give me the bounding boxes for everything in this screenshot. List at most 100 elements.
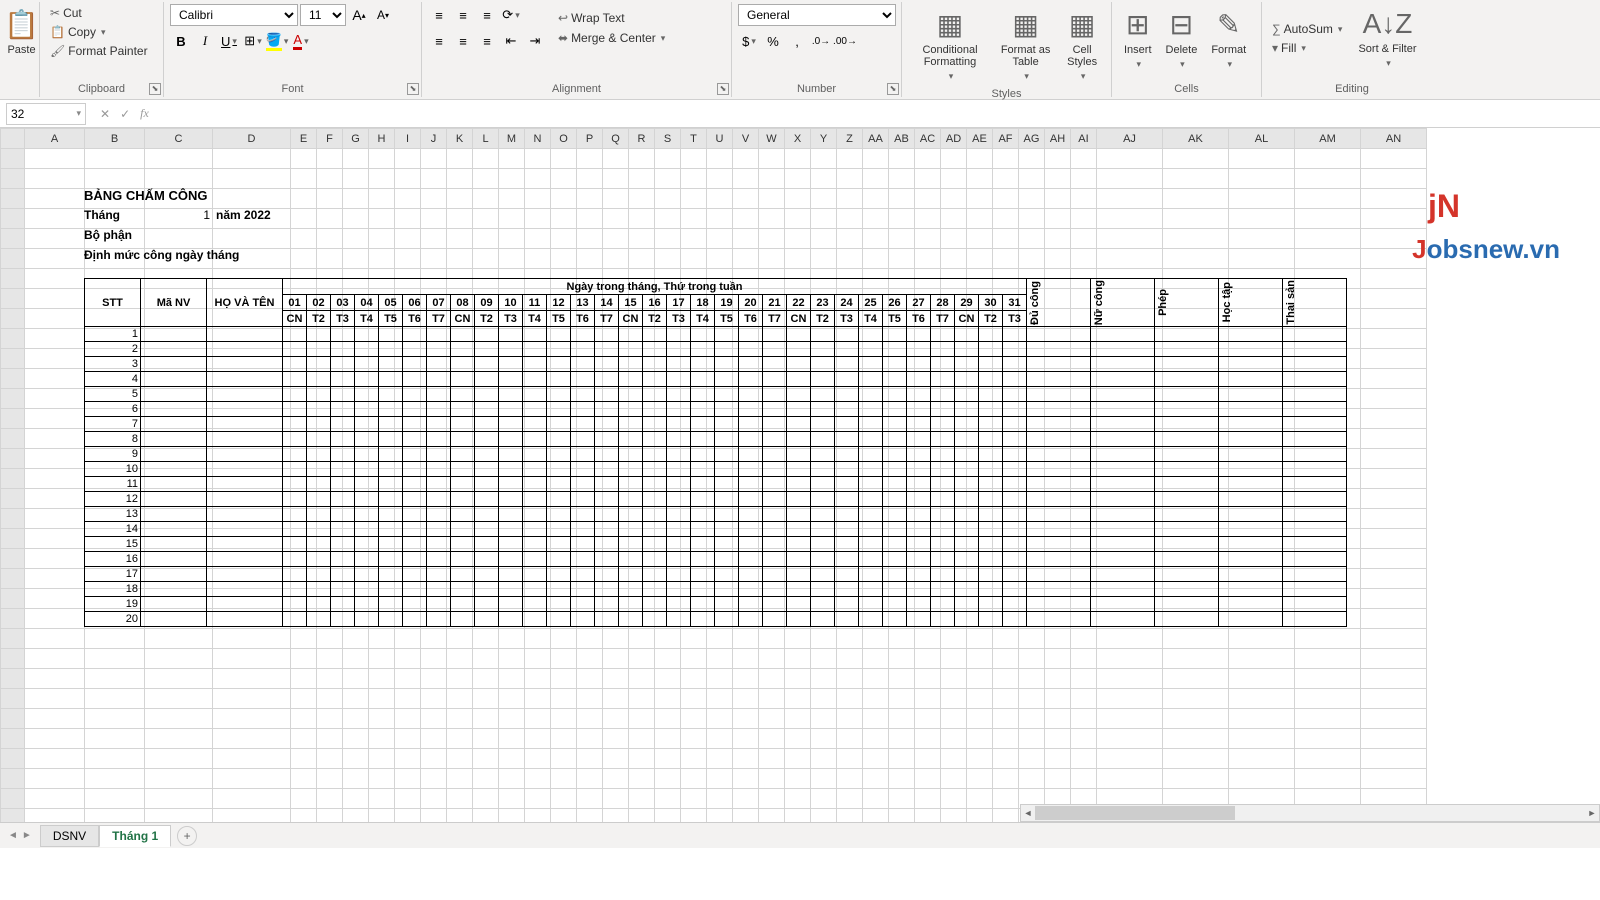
cell[interactable] bbox=[85, 669, 145, 689]
cell[interactable] bbox=[291, 709, 317, 729]
cell[interactable] bbox=[759, 789, 785, 809]
cell[interactable] bbox=[967, 769, 993, 789]
cell[interactable] bbox=[525, 229, 551, 249]
cell[interactable] bbox=[785, 649, 811, 669]
cell[interactable] bbox=[915, 789, 941, 809]
cell[interactable] bbox=[759, 189, 785, 209]
cell[interactable] bbox=[1361, 429, 1427, 449]
cell[interactable] bbox=[499, 649, 525, 669]
cell[interactable] bbox=[1071, 189, 1097, 209]
cell[interactable] bbox=[1361, 149, 1427, 169]
cell[interactable] bbox=[1361, 709, 1427, 729]
cell[interactable] bbox=[811, 649, 837, 669]
cell[interactable] bbox=[915, 629, 941, 649]
cell[interactable] bbox=[25, 509, 85, 529]
cell[interactable] bbox=[889, 689, 915, 709]
cell[interactable] bbox=[941, 769, 967, 789]
row-header[interactable] bbox=[1, 349, 25, 369]
cell[interactable] bbox=[1361, 489, 1427, 509]
cell[interactable] bbox=[525, 649, 551, 669]
col-header-AG[interactable]: AG bbox=[1019, 129, 1045, 149]
row-header[interactable] bbox=[1, 269, 25, 289]
cell[interactable] bbox=[499, 769, 525, 789]
cell[interactable] bbox=[447, 669, 473, 689]
col-header-AM[interactable]: AM bbox=[1295, 129, 1361, 149]
cell[interactable] bbox=[1163, 149, 1229, 169]
col-header-I[interactable]: I bbox=[395, 129, 421, 149]
cell[interactable] bbox=[421, 749, 447, 769]
cell[interactable] bbox=[421, 249, 447, 269]
cell[interactable] bbox=[707, 789, 733, 809]
cell[interactable] bbox=[317, 789, 343, 809]
cell[interactable] bbox=[629, 249, 655, 269]
cell[interactable] bbox=[759, 209, 785, 229]
col-header-V[interactable]: V bbox=[733, 129, 759, 149]
cell[interactable] bbox=[1163, 209, 1229, 229]
col-header-AB[interactable]: AB bbox=[889, 129, 915, 149]
cell[interactable] bbox=[473, 169, 499, 189]
cell[interactable] bbox=[499, 249, 525, 269]
cell[interactable] bbox=[629, 189, 655, 209]
cell[interactable] bbox=[811, 629, 837, 649]
font-name-select[interactable]: Calibri bbox=[170, 4, 298, 26]
cell[interactable] bbox=[551, 649, 577, 669]
row-header[interactable] bbox=[1, 749, 25, 769]
row-header[interactable] bbox=[1, 569, 25, 589]
cell[interactable] bbox=[395, 229, 421, 249]
cell[interactable] bbox=[681, 749, 707, 769]
increase-decimal-button[interactable]: .0→ bbox=[810, 30, 832, 52]
cell[interactable] bbox=[1295, 709, 1361, 729]
row-header[interactable] bbox=[1, 409, 25, 429]
cell[interactable] bbox=[25, 709, 85, 729]
cell[interactable] bbox=[707, 649, 733, 669]
cell[interactable] bbox=[1229, 149, 1295, 169]
cell[interactable] bbox=[993, 629, 1019, 649]
cell[interactable] bbox=[25, 649, 85, 669]
cell[interactable] bbox=[85, 789, 145, 809]
cell[interactable] bbox=[395, 189, 421, 209]
cell[interactable] bbox=[1045, 689, 1071, 709]
cell[interactable] bbox=[1163, 669, 1229, 689]
cell[interactable] bbox=[421, 229, 447, 249]
cell[interactable] bbox=[915, 189, 941, 209]
cell[interactable] bbox=[759, 729, 785, 749]
cell[interactable] bbox=[317, 249, 343, 269]
cell[interactable] bbox=[421, 789, 447, 809]
cell[interactable] bbox=[343, 789, 369, 809]
cell[interactable] bbox=[811, 249, 837, 269]
cell[interactable] bbox=[863, 629, 889, 649]
cell[interactable] bbox=[395, 689, 421, 709]
cell[interactable] bbox=[447, 229, 473, 249]
col-header-AA[interactable]: AA bbox=[863, 129, 889, 149]
cell[interactable] bbox=[291, 629, 317, 649]
cell[interactable] bbox=[551, 229, 577, 249]
cell[interactable] bbox=[1229, 729, 1295, 749]
cell[interactable] bbox=[421, 689, 447, 709]
col-header-B[interactable]: B bbox=[85, 129, 145, 149]
cell[interactable] bbox=[369, 749, 395, 769]
cell[interactable] bbox=[1361, 529, 1427, 549]
cell[interactable] bbox=[811, 749, 837, 769]
cell[interactable] bbox=[1045, 249, 1071, 269]
cell[interactable] bbox=[525, 209, 551, 229]
cell[interactable] bbox=[369, 229, 395, 249]
cell[interactable] bbox=[577, 629, 603, 649]
cell[interactable] bbox=[291, 169, 317, 189]
col-header-AK[interactable]: AK bbox=[1163, 129, 1229, 149]
cell[interactable] bbox=[25, 249, 85, 269]
cell[interactable] bbox=[1097, 209, 1163, 229]
cell[interactable] bbox=[499, 789, 525, 809]
cell[interactable] bbox=[473, 749, 499, 769]
cell[interactable] bbox=[1163, 769, 1229, 789]
cell[interactable] bbox=[863, 669, 889, 689]
col-header-E[interactable]: E bbox=[291, 129, 317, 149]
cell[interactable] bbox=[85, 629, 145, 649]
cell[interactable] bbox=[1229, 249, 1295, 269]
cell[interactable] bbox=[967, 749, 993, 769]
cell[interactable] bbox=[145, 169, 213, 189]
col-header-G[interactable]: G bbox=[343, 129, 369, 149]
row-header[interactable] bbox=[1, 249, 25, 269]
col-header-U[interactable]: U bbox=[707, 129, 733, 149]
cell[interactable] bbox=[1229, 169, 1295, 189]
cell[interactable] bbox=[1295, 229, 1361, 249]
